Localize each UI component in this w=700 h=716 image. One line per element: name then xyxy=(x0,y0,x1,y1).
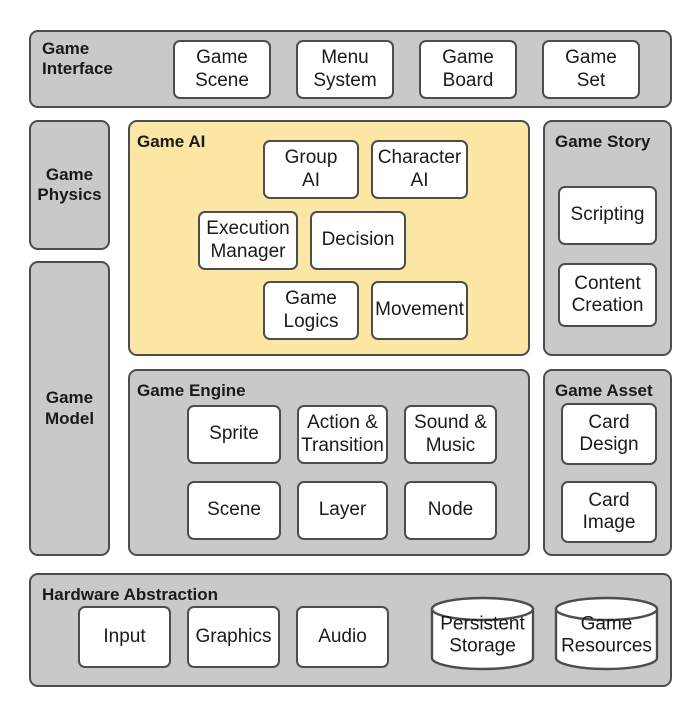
box-action-transition-label: Action & Transition xyxy=(301,412,384,456)
box-sprite-label: Sprite xyxy=(209,423,259,445)
layer-game-interface-title: Game Interface xyxy=(42,39,113,79)
box-decision-label: Decision xyxy=(321,229,395,251)
layer-game-model-label: Game Model xyxy=(44,388,95,428)
box-card-image-label: Card Image xyxy=(582,489,636,533)
layer-game-model: Game Model xyxy=(29,261,110,556)
box-card-design[interactable]: Card Design xyxy=(561,403,657,465)
box-audio[interactable]: Audio xyxy=(296,606,389,668)
box-movement[interactable]: Movement xyxy=(371,281,468,340)
box-node[interactable]: Node xyxy=(404,481,497,540)
box-sprite[interactable]: Sprite xyxy=(187,405,281,464)
box-layer-label: Layer xyxy=(318,499,367,521)
datastore-game-resources-label: Game Resources xyxy=(561,612,652,657)
box-group-ai[interactable]: Group AI xyxy=(263,140,359,199)
box-content-creation-label: Content Creation xyxy=(571,272,644,316)
box-game-set[interactable]: Game Set xyxy=(542,40,640,99)
box-movement-label: Movement xyxy=(375,299,464,321)
box-game-board-label: Game Board xyxy=(442,47,494,91)
layer-hardware-abstraction-title: Hardware Abstraction xyxy=(42,585,219,604)
box-scripting-label: Scripting xyxy=(570,204,645,226)
box-content-creation[interactable]: Content Creation xyxy=(558,263,657,327)
box-sound-music[interactable]: Sound & Music xyxy=(404,405,497,464)
architecture-diagram: Game Interface Game Scene Menu System Ga… xyxy=(0,0,700,716)
box-input-label: Input xyxy=(103,625,146,647)
box-menu-system-label: Menu System xyxy=(313,47,377,91)
box-game-board[interactable]: Game Board xyxy=(419,40,517,99)
layer-game-physics: Game Physics xyxy=(29,120,110,250)
box-card-design-label: Card Design xyxy=(579,411,639,455)
box-audio-label: Audio xyxy=(318,625,367,647)
box-scene-label: Scene xyxy=(207,499,261,521)
box-game-logics-label: Game Logics xyxy=(283,288,339,332)
box-sound-music-label: Sound & Music xyxy=(414,412,487,456)
box-execution-manager[interactable]: Execution Manager xyxy=(198,211,298,270)
box-game-logics[interactable]: Game Logics xyxy=(263,281,359,340)
datastore-persistent-storage[interactable]: Persistent Storage xyxy=(430,596,535,671)
layer-game-asset-title: Game Asset xyxy=(555,381,653,400)
box-card-image[interactable]: Card Image xyxy=(561,481,657,543)
box-scene[interactable]: Scene xyxy=(187,481,281,540)
box-menu-system[interactable]: Menu System xyxy=(296,40,394,99)
layer-game-physics-label: Game Physics xyxy=(37,164,102,204)
box-graphics-label: Graphics xyxy=(195,625,272,647)
box-execution-manager-label: Execution Manager xyxy=(206,218,290,262)
box-node-label: Node xyxy=(427,499,474,521)
datastore-game-resources[interactable]: Game Resources xyxy=(554,596,659,671)
datastore-persistent-storage-label: Persistent Storage xyxy=(440,612,525,657)
box-layer[interactable]: Layer xyxy=(297,481,388,540)
layer-game-story-title: Game Story xyxy=(555,132,651,151)
box-game-scene-label: Game Scene xyxy=(195,47,249,91)
box-scripting[interactable]: Scripting xyxy=(558,186,657,245)
box-game-scene[interactable]: Game Scene xyxy=(173,40,271,99)
box-character-ai[interactable]: Character AI xyxy=(371,140,468,199)
box-decision[interactable]: Decision xyxy=(310,211,406,270)
box-action-transition[interactable]: Action & Transition xyxy=(297,405,388,464)
box-game-set-label: Game Set xyxy=(565,47,617,91)
box-input[interactable]: Input xyxy=(78,606,171,668)
layer-game-engine-title: Game Engine xyxy=(137,381,246,400)
box-group-ai-label: Group AI xyxy=(284,147,338,191)
box-graphics[interactable]: Graphics xyxy=(187,606,280,668)
box-character-ai-label: Character AI xyxy=(377,147,462,191)
